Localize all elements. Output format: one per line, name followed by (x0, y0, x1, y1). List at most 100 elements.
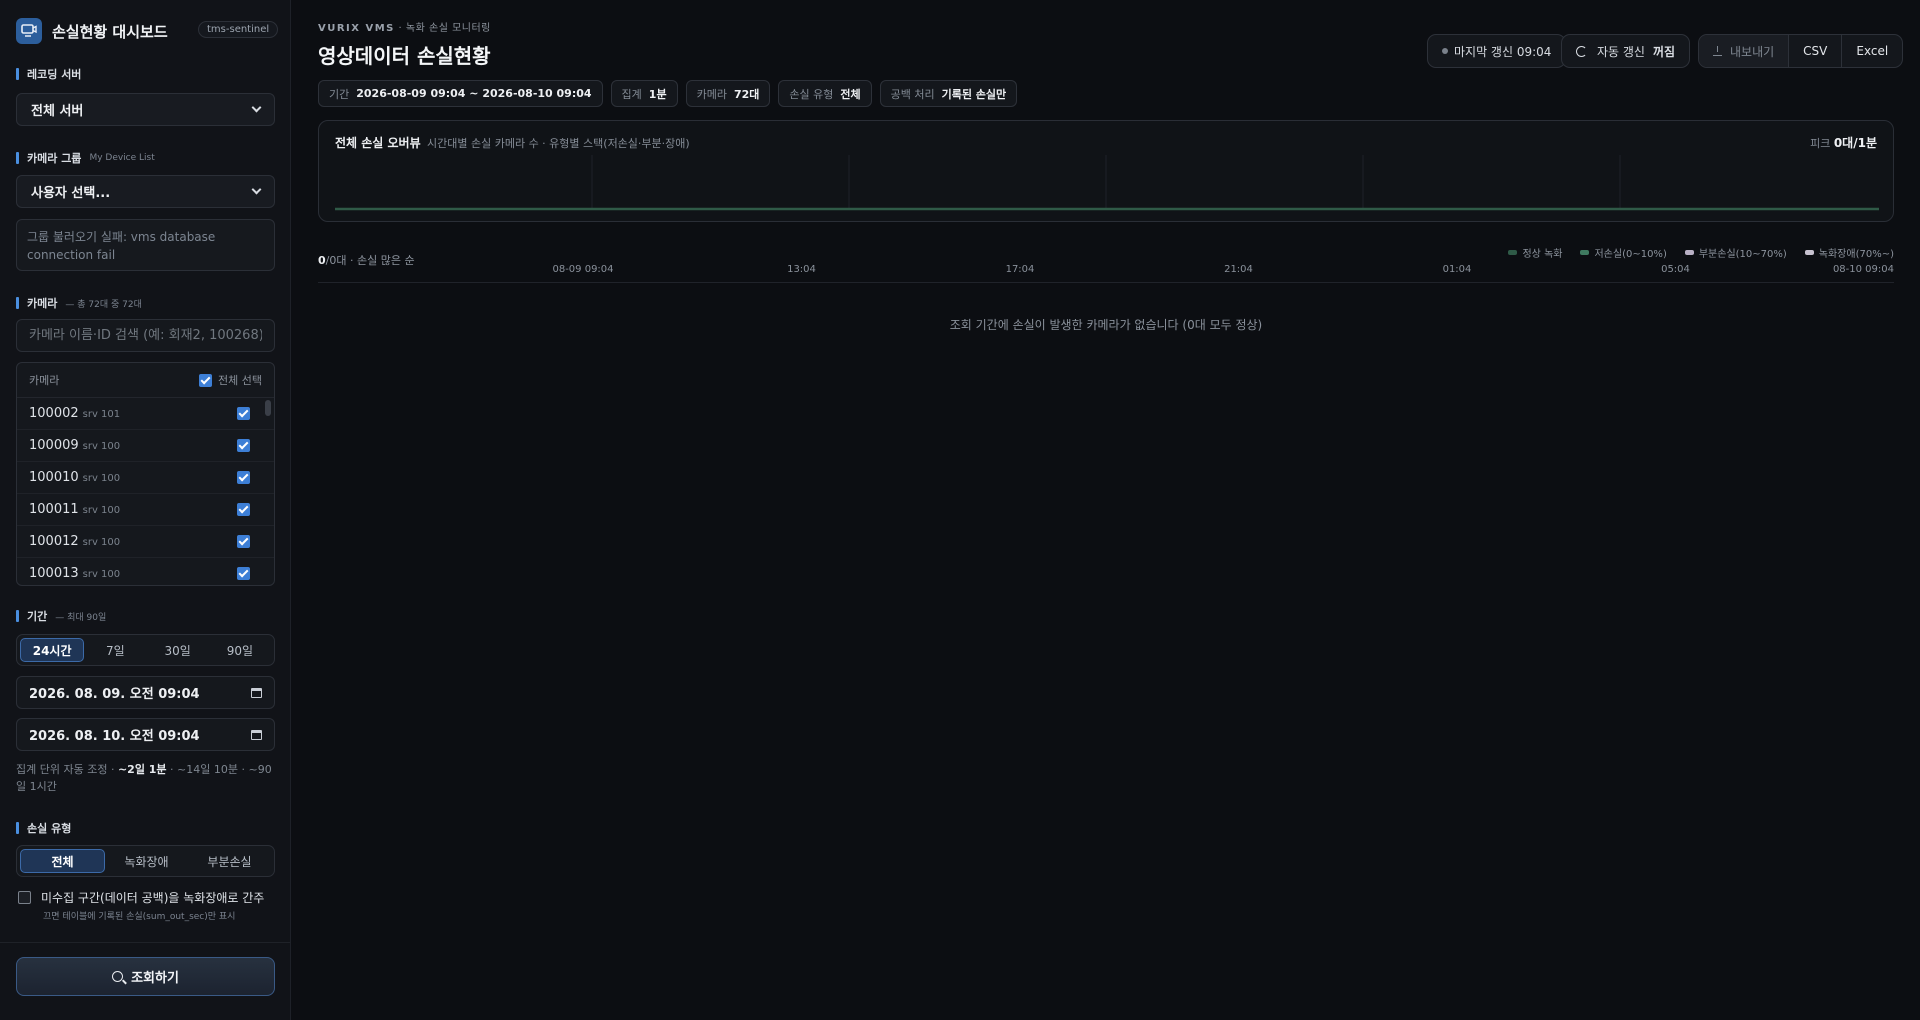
breadcrumb: VURIX VMS · 녹화 손실 모니터링 (318, 23, 491, 34)
auto-refresh-state: 꺼짐 (1652, 44, 1676, 59)
camera-server: srv 100 (82, 569, 121, 580)
camera-list-column: 카메라 (29, 374, 60, 387)
gap-option[interactable]: 미수집 구간(데이터 공백)을 녹화장애로 간주 (18, 889, 264, 906)
filter-chip-key: 공백 처리 (890, 87, 935, 101)
gap-checkbox[interactable] (18, 891, 31, 904)
timeline-summary: 0/0대 · 손실 많은 순 (318, 254, 415, 267)
camera-id: 100012 (29, 534, 79, 549)
export-csv-button[interactable]: CSV (1789, 35, 1843, 67)
camera-id: 100002 (29, 406, 79, 421)
empty-state-message: 조회 기간에 손실이 발생한 카메라가 없습니다 (0대 모두 정상) (949, 318, 1263, 332)
camera-search-input[interactable] (16, 319, 275, 352)
period-label: 기간 — 최대 90일 (16, 608, 106, 624)
loss-type-label: 손실 유형 (16, 820, 71, 836)
overview-chart (335, 155, 1879, 211)
recording-server-label: 레코딩 서버 (16, 66, 81, 82)
loss-overview-panel: 전체 손실 오버뷰 시간대별 손실 카메라 수 · 유형별 스택(저손실·부분·… (318, 120, 1894, 222)
camera-list: 카메라 전체 선택 100002 srv 101 100009 srv 100 1000… (16, 362, 275, 586)
export-excel-button[interactable]: Excel (1842, 35, 1902, 67)
camera-list-header: 카메라 전체 선택 (17, 363, 274, 398)
download-icon (1713, 46, 1722, 56)
period-segmented: 24시간 7일 30일 90일 (16, 634, 275, 666)
period-option[interactable]: 90일 (209, 638, 271, 662)
filter-chip-key: 손실 유형 (789, 87, 834, 101)
timeline-tick-label: 17:04 (1005, 264, 1035, 275)
camera-row[interactable]: 100011 srv 100 (17, 494, 274, 526)
aggregation-current: ~2일 1분 (117, 763, 167, 776)
calendar-icon[interactable] (251, 729, 262, 740)
legend-label: 정상 녹화 (1522, 249, 1563, 260)
recording-server-value: 전체 서버 (31, 104, 84, 119)
camera-item: 100002 srv 101 (29, 406, 120, 421)
filter-chip-key: 집계 (621, 87, 642, 101)
camera-row[interactable]: 100009 srv 100 (17, 430, 274, 462)
calendar-icon[interactable] (251, 687, 262, 698)
filter-chip: 기간 2026-08-09 09:04 ~ 2026-08-10 09:04 (318, 80, 603, 107)
period-sub: — 최대 90일 (55, 612, 107, 623)
camera-group-select[interactable]: 사용자 선택... (16, 175, 275, 208)
loss-type-option[interactable]: 녹화장애 (105, 849, 188, 873)
camera-item: 100009 srv 100 (29, 438, 120, 453)
loss-type-option[interactable]: 전체 (20, 849, 105, 873)
timeline-tick-label: 08-10 09:04 (1832, 264, 1894, 275)
camera-row[interactable]: 100012 srv 100 (17, 526, 274, 558)
legend-swatch (1580, 250, 1590, 255)
camera-row[interactable]: 100002 srv 101 (17, 398, 274, 430)
app-title: 손실현황 대시보드 (52, 22, 168, 41)
camera-id: 100010 (29, 470, 79, 485)
timeline-tick-label: 01:04 (1442, 264, 1472, 275)
camera-group-label: 카메라 그룹 My Device List (16, 150, 155, 166)
overview-peak-value: 0대/1분 (1833, 136, 1877, 150)
camera-checkbox[interactable] (237, 471, 250, 484)
camera-checkbox[interactable] (237, 439, 250, 452)
start-date-input[interactable]: 2026. 08. 09. 오전 09:04 (16, 676, 275, 709)
camera-id: 100011 (29, 502, 79, 517)
camera-item: 100013 srv 100 (29, 566, 120, 581)
legend-swatch (1508, 250, 1518, 255)
overview-peak: 피크 0대/1분 (1810, 136, 1877, 150)
gap-note: 끄면 테이블에 기록된 손실(sum_out_sec)만 표시 (43, 912, 236, 922)
camera-server: srv 100 (82, 473, 121, 484)
query-button[interactable]: 조회하기 (16, 957, 275, 996)
monitor-icon (16, 18, 42, 44)
export-group: 내보내기 CSV Excel (1698, 34, 1904, 68)
camera-checkbox[interactable] (237, 503, 250, 516)
refresh-icon (1576, 45, 1587, 57)
legend-label: 저손실(0~10%) (1594, 249, 1667, 260)
camera-checkbox[interactable] (237, 567, 250, 580)
period-option[interactable]: 7일 (84, 638, 146, 662)
end-date-value: 2026. 08. 10. 오전 09:04 (29, 729, 200, 744)
legend-item: 정상 녹화 (1508, 245, 1562, 260)
status-dot-icon (1442, 48, 1448, 54)
camera-server: srv 101 (82, 409, 121, 420)
recording-server-select[interactable]: 전체 서버 (16, 93, 275, 126)
camera-item: 100011 srv 100 (29, 502, 120, 517)
auto-refresh-label: 자동 갱신 (1597, 44, 1645, 59)
sidebar-divider (0, 942, 291, 943)
timeline-axis-line (318, 282, 1894, 283)
chevron-down-icon (251, 184, 262, 195)
legend-item: 녹화장애(70%~) (1804, 245, 1894, 260)
filter-chip-key: 카메라 (696, 87, 727, 101)
camera-row[interactable]: 100013 srv 100 (17, 558, 274, 585)
timeline-legend: 정상 녹화 저손실(0~10%) 부분손실(10~70%) 녹화장애(70%~) (1508, 245, 1894, 260)
end-date-input[interactable]: 2026. 08. 10. 오전 09:04 (16, 718, 275, 751)
period-option[interactable]: 24시간 (20, 638, 85, 662)
camera-list-scrollbar[interactable] (265, 400, 271, 416)
filter-chip: 집계 1분 (610, 80, 678, 107)
legend-item: 부분손실(10~70%) (1684, 245, 1787, 260)
gap-checkbox-label: 미수집 구간(데이터 공백)을 녹화장애로 간주 (41, 891, 265, 905)
filter-chip-value: 기록된 손실만 (941, 87, 1007, 101)
filter-chip: 공백 처리 기록된 손실만 (879, 80, 1018, 107)
camera-group-error: 그룹 불러오기 실패: vms database connection fail (16, 219, 275, 271)
camera-checkbox[interactable] (237, 535, 250, 548)
period-option[interactable]: 30일 (147, 638, 209, 662)
camera-row[interactable]: 100010 srv 100 (17, 462, 274, 494)
filter-chip-value: 1분 (648, 87, 667, 101)
select-all-toggle[interactable]: 전체 선택 (199, 372, 262, 388)
chevron-down-icon (251, 102, 262, 113)
select-all-checkbox[interactable] (199, 373, 213, 387)
loss-type-option[interactable]: 부분손실 (188, 849, 271, 873)
camera-checkbox[interactable] (237, 407, 250, 420)
auto-refresh-toggle[interactable]: 자동 갱신 꺼짐 (1561, 34, 1691, 68)
